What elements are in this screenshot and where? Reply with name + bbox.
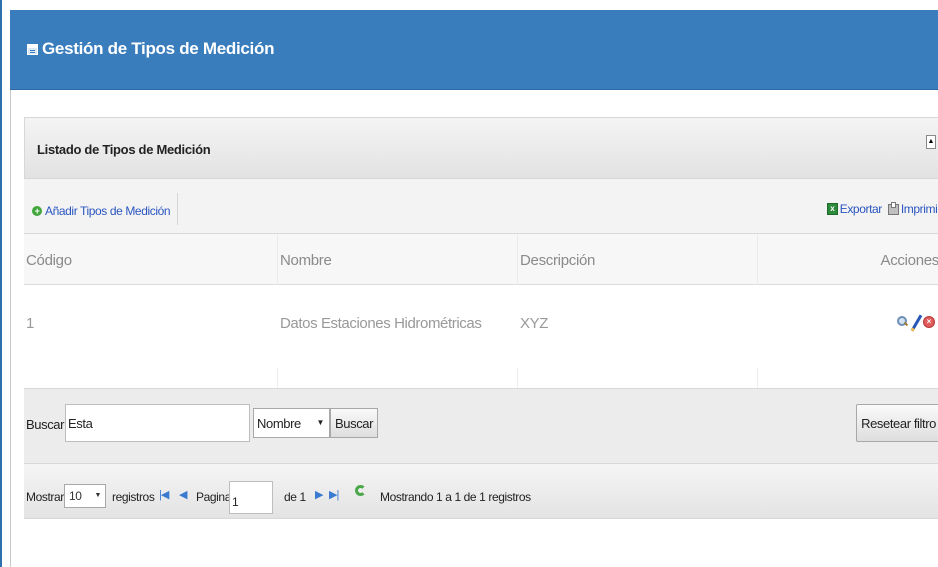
toolbar-actions: x Exportar Imprimir (826, 201, 938, 216)
chevron-down-icon: ▼ (316, 418, 324, 427)
search-field-value: Nombre (257, 416, 301, 431)
chevron-down-icon: ▼ (94, 492, 101, 499)
pagination-bar: Mostrar 10 ▼ registros |◀ ◀ Pagina de 1 … (24, 464, 938, 519)
print-button[interactable]: Imprimir (887, 201, 938, 216)
table-row[interactable]: 1 Datos Estaciones Hidrométricas XYZ × (24, 285, 938, 368)
search-label: Buscar: (26, 417, 68, 432)
collapse-icon[interactable]: ▲ (926, 135, 936, 149)
row-actions: × (897, 315, 935, 329)
export-button[interactable]: x Exportar (826, 202, 883, 216)
list-panel: Listado de Tipos de Medición ▲ + Añadir … (24, 117, 938, 550)
column-header-acciones: Acciones (880, 252, 938, 269)
search-button[interactable]: Buscar (330, 408, 379, 438)
page-header: Gestión de Tipos de Medición (10, 10, 938, 90)
next-page-icon[interactable]: ▶ (315, 488, 324, 501)
panel-title: Listado de Tipos de Medición (37, 142, 211, 157)
search-input[interactable] (65, 404, 250, 442)
left-border (0, 0, 2, 567)
cell-nombre: Datos Estaciones Hidrométricas (280, 315, 482, 332)
toolbar-divider (177, 193, 178, 225)
page-number-input[interactable] (229, 481, 273, 514)
column-header-nombre[interactable]: Nombre (280, 252, 332, 269)
plus-icon: + (32, 206, 42, 216)
printer-icon (887, 201, 899, 215)
page-title-text: Gestión de Tipos de Medición (42, 39, 275, 58)
cell-descripcion: XYZ (520, 315, 548, 332)
content-area: Listado de Tipos de Medición ▲ + Añadir … (10, 90, 938, 567)
print-label: Imprimir (900, 202, 938, 216)
show-label: Mostrar (26, 490, 64, 504)
records-status: Mostrando 1 a 1 de 1 registros (380, 490, 531, 504)
last-page-icon[interactable]: ▶| (329, 488, 339, 501)
window-icon (27, 43, 38, 55)
page-size-select[interactable]: 10 ▼ (64, 484, 106, 508)
page-label: Pagina (196, 490, 231, 504)
toolbar: + Añadir Tipos de Medición x Exportar Im… (24, 179, 938, 234)
data-table: Código Nombre Descripción Acciones 1 Dat… (24, 234, 938, 388)
cell-codigo: 1 (26, 315, 34, 332)
delete-icon[interactable]: × (923, 316, 935, 328)
page-total-label: de 1 (284, 490, 306, 504)
page-size-value: 10 (69, 489, 82, 503)
prev-page-icon[interactable]: ◀ (179, 488, 188, 501)
records-label: registros (112, 490, 155, 504)
export-label: Exportar (839, 202, 883, 216)
panel-header: Listado de Tipos de Medición ▲ (24, 117, 938, 179)
search-field-select[interactable]: Nombre ▼ (253, 408, 330, 438)
refresh-icon[interactable] (355, 485, 366, 496)
column-header-codigo[interactable]: Código (26, 252, 72, 269)
search-bar: Buscar: Nombre ▼ Buscar Resetear filtro (24, 388, 938, 464)
first-page-icon[interactable]: |◀ (159, 488, 169, 501)
table-header: Código Nombre Descripción Acciones (24, 234, 938, 285)
add-button[interactable]: + Añadir Tipos de Medición (32, 204, 171, 218)
excel-icon: x (826, 203, 838, 215)
edit-icon[interactable] (910, 315, 922, 329)
column-header-descripcion[interactable]: Descripción (520, 252, 595, 269)
reset-filter-button[interactable]: Resetear filtro (856, 404, 938, 442)
add-button-label: Añadir Tipos de Medición (45, 204, 171, 218)
page-title: Gestión de Tipos de Medición (27, 39, 274, 59)
view-icon[interactable] (897, 316, 909, 328)
